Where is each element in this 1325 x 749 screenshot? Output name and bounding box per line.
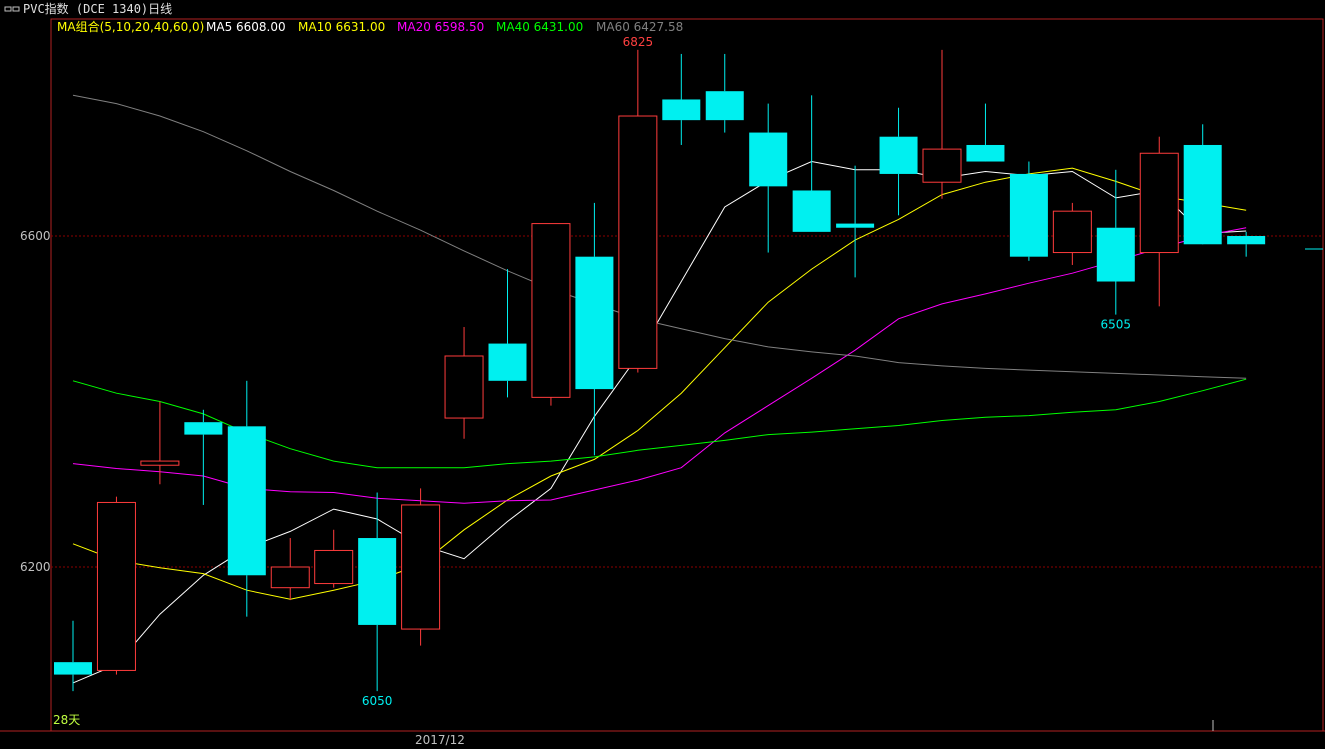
candle[interactable]	[358, 492, 397, 692]
low-price-label: 6505	[1101, 318, 1132, 332]
candle[interactable]	[227, 380, 266, 617]
candle[interactable]	[184, 409, 223, 505]
window-title: PVC指数 (DCE 1340)日线	[23, 1, 172, 16]
x-tick-label: 2017/12	[415, 733, 465, 747]
legend-ma5: MA5 6608.00	[206, 20, 286, 34]
candle-body-down	[705, 91, 744, 121]
candle[interactable]	[1009, 161, 1048, 261]
y-tick-label: 6200	[20, 560, 51, 574]
legend-ma40: MA40 6431.00	[496, 20, 583, 34]
candle-body-down	[227, 426, 266, 576]
candle-body-up	[96, 501, 136, 671]
candle[interactable]	[618, 49, 658, 373]
candle-body-down	[358, 538, 397, 625]
candle[interactable]	[1139, 136, 1179, 307]
legend-ma60: MA60 6427.58	[596, 20, 683, 34]
candle[interactable]	[488, 269, 527, 398]
candle-body-down	[1009, 173, 1048, 257]
candle-body-down	[54, 662, 92, 675]
candle[interactable]	[1052, 202, 1092, 265]
candle-body-down	[1096, 227, 1135, 282]
candle[interactable]	[705, 53, 744, 133]
candle[interactable]	[401, 488, 441, 646]
candle[interactable]	[749, 103, 788, 253]
candle[interactable]	[54, 620, 92, 692]
candle[interactable]	[879, 107, 918, 216]
candle-body-up	[314, 549, 354, 585]
candle-body-down	[662, 99, 701, 121]
candle[interactable]	[1183, 124, 1222, 245]
candle-body-down	[836, 223, 875, 228]
candle-body-up	[270, 566, 310, 589]
ma-group-label: MA组合(5,10,20,40,60,0)	[57, 19, 204, 34]
candle-body-up	[531, 223, 571, 398]
candle[interactable]	[836, 165, 875, 278]
candle[interactable]	[531, 223, 571, 406]
candle[interactable]	[314, 529, 354, 588]
candle[interactable]	[922, 49, 962, 199]
candle[interactable]	[96, 496, 136, 675]
candle-body-down	[966, 144, 1005, 162]
y-tick-label: 6600	[20, 229, 51, 243]
candle-body-up	[618, 115, 658, 369]
candle-body-down	[792, 190, 831, 232]
chart-frame	[50, 18, 1324, 732]
candle[interactable]	[662, 53, 701, 145]
candle[interactable]	[140, 401, 180, 485]
moving-average-lines	[72, 94, 1247, 684]
candle-body-down	[1183, 144, 1222, 245]
legend-ma20: MA20 6598.50	[397, 20, 484, 34]
candlestick-chart[interactable]: PVC指数 (DCE 1340)日线 6600 6200 MA组合(5,10,2…	[0, 0, 1325, 749]
candle-body-down	[749, 132, 788, 187]
candle[interactable]	[966, 103, 1005, 162]
days-count-label: 28天	[53, 713, 80, 727]
candle-body-down	[1227, 236, 1266, 245]
candle-body-up	[444, 355, 484, 419]
candle-body-down	[184, 422, 223, 435]
candle[interactable]	[1096, 169, 1135, 315]
ma-legend: MA组合(5,10,20,40,60,0) MA5 6608.00 MA10 6…	[57, 19, 683, 34]
candle-body-up	[1139, 152, 1179, 254]
legend-ma10: MA10 6631.00	[298, 20, 385, 34]
candle-body-down	[488, 343, 527, 381]
candle[interactable]	[444, 327, 484, 439]
candle-body-up	[140, 460, 180, 466]
high-price-label: 6825	[623, 35, 654, 49]
candle[interactable]	[575, 202, 614, 456]
candle-body-up	[922, 148, 962, 183]
low-price-label: 6050	[362, 694, 393, 708]
candle-body-up	[1052, 210, 1092, 254]
title-bar	[0, 0, 1325, 19]
candle-body-up	[401, 504, 441, 630]
candle-body-down	[575, 256, 614, 390]
candle-body-down	[879, 136, 918, 174]
candle[interactable]	[270, 538, 310, 601]
